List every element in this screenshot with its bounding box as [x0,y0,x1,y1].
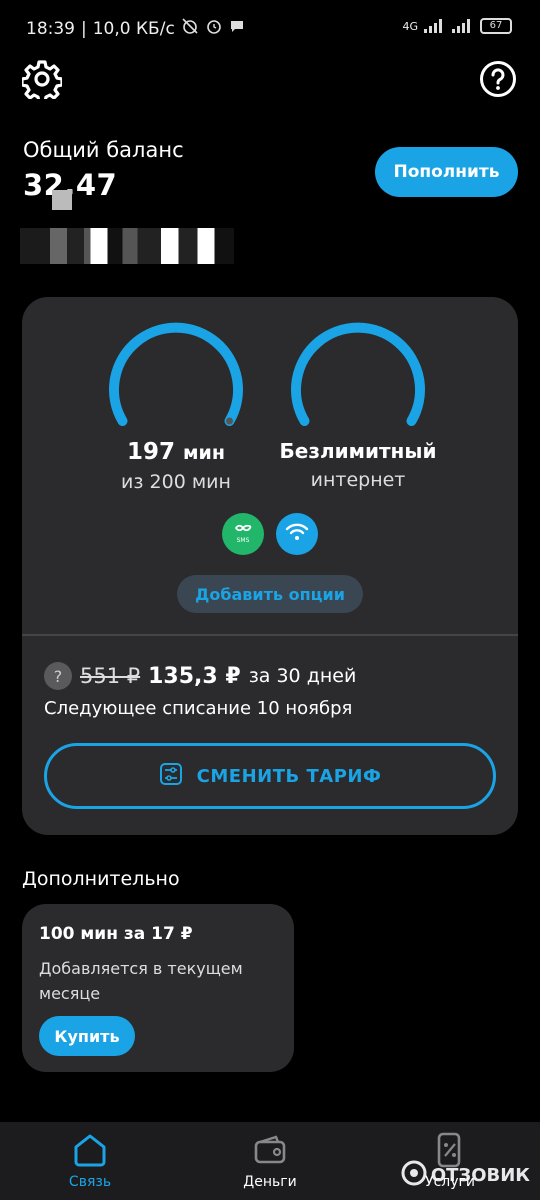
status-left: 18:39 | 10,0 КБ/с [26,17,245,40]
nav-item-dengi[interactable]: Деньги [210,1130,330,1190]
watermark-text: ОТЗОВИК [430,1165,530,1186]
internet-main: Безлимитный [279,439,437,463]
change-tariff-label: СМЕНИТЬ ТАРИФ [196,765,382,787]
minutes-info: 197 мин из 200 мин [76,439,276,493]
censored-phone-number [20,228,234,264]
status-speed: 10,0 КБ/с [92,18,175,39]
internet-gauge [291,322,425,426]
infinity-sms-icon: SMS [229,518,257,550]
topup-button[interactable]: Пополнить [375,147,518,197]
nav-item-svyaz[interactable]: Связь [30,1130,150,1190]
watermark: ОТЗОВИК [401,1160,530,1191]
change-tariff-button[interactable]: СМЕНИТЬ ТАРИФ [44,743,496,809]
wallet-icon [210,1130,330,1170]
price-period: за 30 дней [248,665,357,687]
signal-2-icon [452,19,474,33]
alarm-clock-icon [205,17,223,40]
minutes-value: 197 [126,439,175,465]
nav-label: Деньги [243,1174,297,1190]
svg-text:SMS: SMS [237,537,250,544]
add-options-button[interactable]: Добавить опции [177,575,363,613]
price-row: ? 551 ₽ 135,3 ₽ за 30 дней [44,662,356,690]
next-charge-date: Следующее списание 10 ноября [44,698,353,719]
status-bar: 18:39 | 10,0 КБ/с 4G 67 [0,0,540,56]
gear-icon [20,59,64,104]
minutes-gauge [109,322,243,426]
minutes-total: из 200 мин [121,471,231,493]
minutes-unit: мин [183,442,225,464]
tariff-card: 197 мин из 200 мин Безлимитный интернет … [22,297,518,835]
sms-option-badge[interactable]: SMS [222,513,264,555]
status-right: 4G 67 [402,18,512,34]
sliders-icon [159,762,183,791]
old-price: 551 ₽ [80,664,141,688]
addon-card: 100 мин за 17 ₽ Добавляется в текущем ме… [22,904,294,1072]
battery-indicator: 67 [480,18,512,34]
help-button[interactable] [478,61,518,101]
censored-block [52,190,72,210]
wifi-icon [285,522,309,546]
alarm-off-icon [181,17,199,40]
addon-description: Добавляется в текущем месяце [39,959,243,1003]
extras-section-title: Дополнительно [22,868,180,890]
new-price: 135,3 ₽ [148,663,241,689]
network-type: 4G [402,19,418,33]
divider [22,634,518,636]
balance-label: Общий баланс [23,138,184,162]
chat-icon [229,18,245,39]
internet-sub: интернет [310,469,406,491]
nav-label: Связь [68,1174,112,1190]
watermark-logo-icon [401,1160,427,1191]
internet-info: Безлимитный интернет [258,439,458,491]
house-icon [30,1130,150,1170]
addon-title: 100 мин за 17 ₽ [39,924,193,944]
buy-button[interactable]: Купить [39,1016,135,1056]
question-icon [479,60,517,102]
signal-icon [424,19,446,33]
settings-button[interactable] [20,59,64,104]
price-help-button[interactable]: ? [44,662,72,690]
internet-option-badge[interactable] [276,513,318,555]
status-time: 18:39 [26,18,75,39]
